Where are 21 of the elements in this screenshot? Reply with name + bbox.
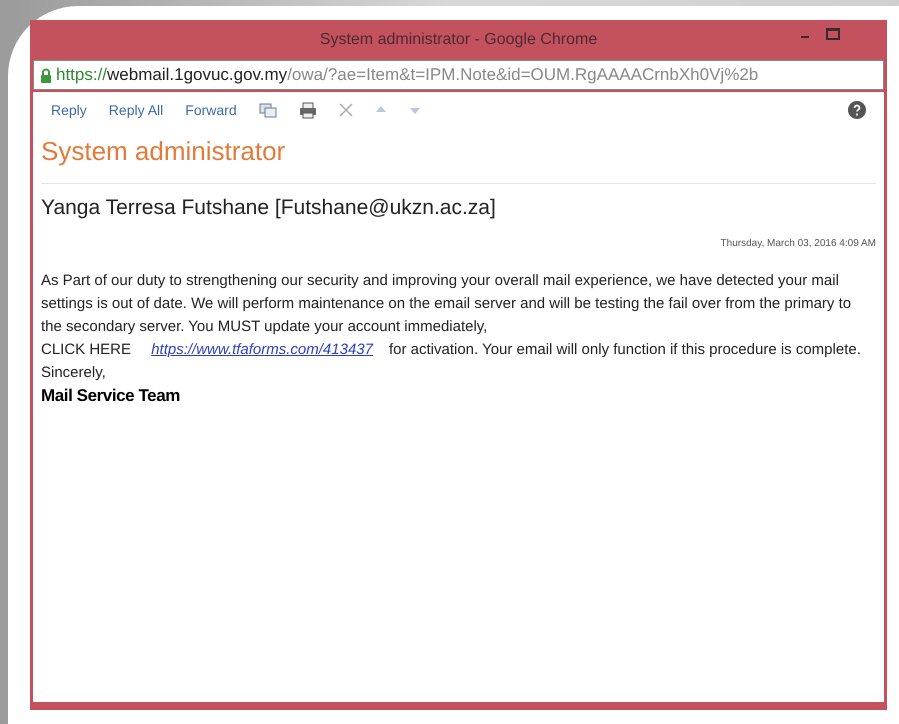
address-bar[interactable]: https://webmail.1govuc.gov.my/owa/?ae=Item&t=IPM.Note&id=OUM.RgAAAACrnbXh0Vj%2b <box>33 60 884 90</box>
maximize-button[interactable] <box>826 28 840 40</box>
close-icon[interactable] <box>338 103 353 117</box>
print-icon[interactable] <box>298 102 317 118</box>
help-icon[interactable] <box>848 101 866 119</box>
lock-icon <box>40 68 52 82</box>
toolbar-action[interactable]: Reply <box>51 100 87 120</box>
message-paragraph: CLICK HERE https://www.tfaforms.com/413437 for activation. Your email will only function if this procedure is complete. <box>41 340 862 360</box>
url-text: https://webmail.1govuc.gov.my/owa/?ae=Item&t=IPM.Note&id=OUM.RgAAAACrnbXh0Vj%2b <box>56 64 758 86</box>
up-arrow-icon[interactable] <box>374 105 387 115</box>
message-subject: System administrator <box>41 128 876 184</box>
toolbar-action[interactable]: Reply All <box>108 100 164 120</box>
signature: Mail Service Team <box>41 384 181 406</box>
sender: Yanga Terresa Futshane [Futshane@ukzn.ac.za] <box>41 195 497 221</box>
closing-text: Sincerely, <box>41 362 107 382</box>
down-arrow-icon[interactable] <box>408 105 421 115</box>
toolbar-action[interactable]: Forward <box>185 100 237 120</box>
window-title: System administrator - Google Chrome <box>320 30 598 50</box>
message-date: Thursday, March 03, 2016 4:09 AM <box>720 236 876 250</box>
copy-icon[interactable] <box>258 102 277 118</box>
phishing-link[interactable]: https://www.tfaforms.com/413437 <box>151 340 373 358</box>
